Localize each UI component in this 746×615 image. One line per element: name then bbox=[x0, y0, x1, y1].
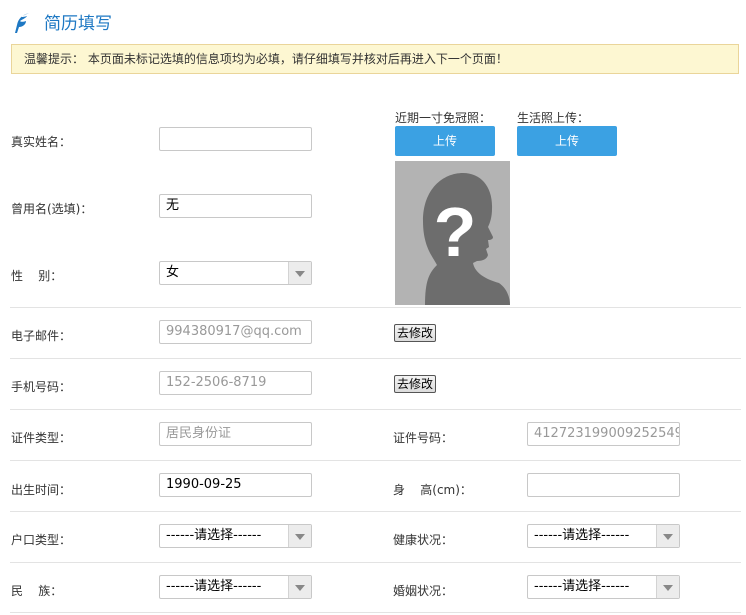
id-number-label: 证件号码： bbox=[393, 431, 454, 445]
life-photo-label: 生活照上传： bbox=[517, 111, 590, 125]
hukou-type-selected-value: ------请选择------ bbox=[166, 528, 262, 543]
gender-selected-value: 女 bbox=[166, 265, 180, 280]
ethnicity-label: 民 族： bbox=[11, 584, 63, 598]
id-type-field[interactable]: 居民身份证 bbox=[159, 422, 312, 446]
photo-placeholder-icon: ? bbox=[395, 161, 510, 305]
divider bbox=[10, 358, 741, 359]
ethnicity-select[interactable]: ------请选择------ bbox=[159, 575, 312, 599]
health-label: 健康状况： bbox=[393, 533, 454, 547]
health-selected-value: ------请选择------ bbox=[534, 528, 630, 543]
former-name-input[interactable]: 无 bbox=[159, 194, 312, 218]
hukou-type-select[interactable]: ------请选择------ bbox=[159, 524, 312, 548]
health-select[interactable]: ------请选择------ bbox=[527, 524, 680, 548]
chevron-down-icon bbox=[656, 576, 679, 598]
phone-field[interactable]: 152-2506-8719 bbox=[159, 371, 312, 395]
divider bbox=[10, 307, 741, 308]
real-name-label: 真实姓名： bbox=[11, 135, 72, 149]
svg-text:?: ? bbox=[434, 193, 477, 271]
gender-label: 性 别： bbox=[11, 269, 63, 283]
email-modify-button[interactable]: 去修改 bbox=[394, 324, 437, 342]
id-number-field[interactable]: 412723199009252549 bbox=[527, 422, 680, 446]
former-name-label: 曾用名(选填)： bbox=[11, 202, 93, 216]
birth-date-input[interactable]: 1990-09-25 bbox=[159, 473, 312, 497]
chevron-down-icon bbox=[288, 262, 311, 284]
gender-select[interactable]: 女 bbox=[159, 261, 312, 285]
height-input[interactable] bbox=[527, 473, 680, 497]
id-type-label: 证件类型： bbox=[11, 431, 72, 445]
quill-icon bbox=[15, 13, 29, 33]
chevron-down-icon bbox=[288, 576, 311, 598]
marital-selected-value: ------请选择------ bbox=[534, 579, 630, 594]
divider bbox=[10, 612, 741, 613]
phone-label: 手机号码： bbox=[11, 380, 72, 394]
email-label: 电子邮件： bbox=[11, 329, 72, 343]
page-title: 简历填写 bbox=[44, 14, 112, 34]
life-photo-upload-button[interactable]: 上传 bbox=[517, 126, 617, 156]
divider bbox=[10, 409, 741, 410]
notice-banner: 温馨提示： 本页面未标记选填的信息项均为必填，请仔细填写并核对后再进入下一个页面… bbox=[11, 44, 739, 74]
divider bbox=[10, 562, 741, 563]
height-label: 身 高(cm)： bbox=[393, 483, 472, 497]
divider bbox=[10, 460, 741, 461]
hukou-type-label: 户口类型： bbox=[11, 533, 72, 547]
marital-select[interactable]: ------请选择------ bbox=[527, 575, 680, 599]
divider bbox=[10, 511, 741, 512]
marital-label: 婚姻状况： bbox=[393, 584, 454, 598]
email-field[interactable]: 994380917@qq.com bbox=[159, 320, 312, 344]
id-photo-label: 近期一寸免冠照： bbox=[395, 111, 492, 125]
phone-modify-button[interactable]: 去修改 bbox=[394, 375, 437, 393]
ethnicity-selected-value: ------请选择------ bbox=[166, 579, 262, 594]
real-name-input[interactable] bbox=[159, 127, 312, 151]
birth-date-label: 出生时间： bbox=[11, 483, 72, 497]
chevron-down-icon bbox=[656, 525, 679, 547]
id-photo-upload-button[interactable]: 上传 bbox=[395, 126, 495, 156]
chevron-down-icon bbox=[288, 525, 311, 547]
